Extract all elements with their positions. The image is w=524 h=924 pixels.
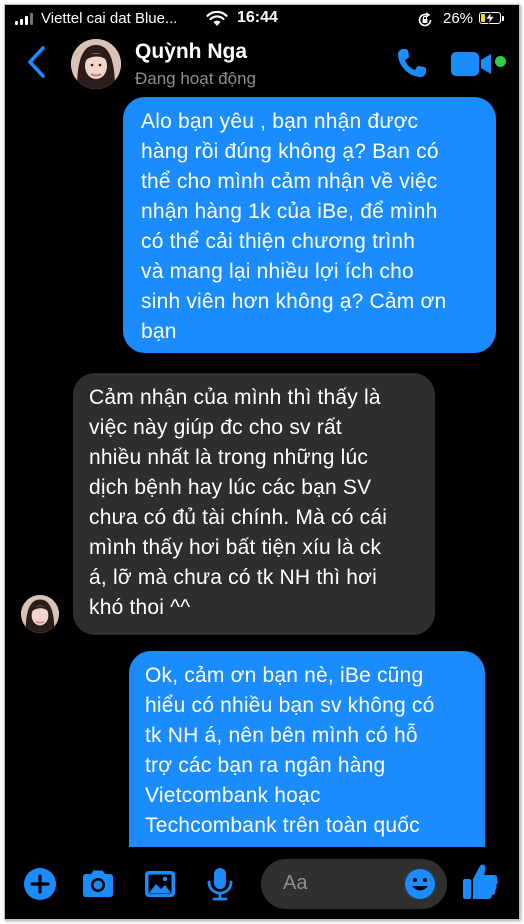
- thumbs-up-icon[interactable]: [461, 861, 501, 903]
- message-composer: Aa: [5, 847, 519, 919]
- message-line: sinh viên hơn không ạ? Cảm ơn: [141, 290, 447, 313]
- back-chevron-icon[interactable]: [23, 44, 51, 80]
- message-line: nhiều nhất là trong những lúc: [89, 446, 369, 469]
- message-line: hiểu có nhiều bạn sv không có: [145, 694, 435, 717]
- message-line: tk NH á, nên bên mình có hỗ: [145, 724, 418, 747]
- charging-bolt-icon: [485, 12, 495, 24]
- message-line: Ok, cảm ơn bạn nè, iBe cũng: [145, 664, 424, 687]
- message-line: bạn: [141, 320, 177, 343]
- plus-circle-icon[interactable]: [21, 865, 59, 903]
- message-input[interactable]: Aa: [261, 859, 447, 909]
- message-input-placeholder: Aa: [283, 872, 308, 894]
- message-line: Alo bạn yêu , bạn nhận được: [141, 110, 419, 133]
- sender-avatar[interactable]: [21, 595, 59, 633]
- battery-tip: [502, 16, 504, 21]
- contact-avatar[interactable]: [71, 39, 121, 89]
- camera-icon[interactable]: [79, 865, 117, 903]
- battery-percent: 26%: [443, 10, 474, 27]
- message-line: hàng rồi đúng không ạ? Ban có: [141, 140, 439, 163]
- message-line: nhận hàng 1k của iBe, để mình: [141, 200, 438, 223]
- phone-icon[interactable]: [394, 45, 430, 81]
- message-line: mình thấy hơi bất tiện xíu là ck: [89, 536, 382, 559]
- status-bar: Viettel cai dat Blue... 16:44 26%: [5, 5, 519, 31]
- contact-name[interactable]: Quỳnh Nga: [135, 40, 247, 64]
- image-icon[interactable]: [141, 865, 179, 903]
- message-line: việc này giúp đc cho sv rất: [89, 416, 342, 439]
- message-line: và mang lại nhiều lợi ích cho: [141, 260, 414, 283]
- carrier-name: Viettel cai dat Blue...: [41, 10, 178, 27]
- online-status-dot: [495, 56, 506, 67]
- wifi-icon: [206, 11, 228, 26]
- video-camera-icon[interactable]: [450, 49, 492, 79]
- message-line: chưa có đủ tài chính. Mà có cái: [89, 506, 388, 529]
- message-bubble-received[interactable]: Cảm nhận của mình thì thấy là việc này g…: [73, 373, 435, 635]
- message-line: Techcombank trên toàn quốc: [145, 814, 420, 837]
- message-line: dịch bệnh hay lúc các bạn SV: [89, 476, 372, 499]
- emoji-icon[interactable]: [403, 867, 437, 901]
- chat-header: Quỳnh Nga Đang hoạt động: [5, 31, 519, 95]
- message-bubble-sent[interactable]: Ok, cảm ơn bạn nè, iBe cũng hiểu có nhiề…: [129, 651, 485, 871]
- message-line: á, lỡ mà chưa có tk NH thì hơi: [89, 566, 378, 589]
- phone-screen: Viettel cai dat Blue... 16:44 26% Quỳnh …: [4, 4, 520, 920]
- message-line: Cảm nhận của mình thì thấy là: [89, 386, 381, 409]
- message-line: thể cho mình cảm nhận về việc: [141, 170, 438, 193]
- message-line: Vietcombank hoạc: [145, 784, 321, 807]
- status-time: 16:44: [237, 9, 278, 26]
- microphone-icon[interactable]: [201, 865, 239, 903]
- message-line: khó thoi ^^: [89, 596, 191, 619]
- message-bubble-sent[interactable]: Alo bạn yêu , bạn nhận được hàng rồi đún…: [123, 97, 496, 353]
- contact-status: Đang hoạt động: [135, 69, 256, 88]
- message-line: có thể cải thiện chương trình: [141, 230, 416, 253]
- orientation-lock-icon: [418, 12, 432, 27]
- signal-icon: [15, 13, 33, 25]
- battery-charging-icon: [479, 12, 501, 24]
- message-line: trợ các bạn ra ngân hàng: [145, 754, 386, 777]
